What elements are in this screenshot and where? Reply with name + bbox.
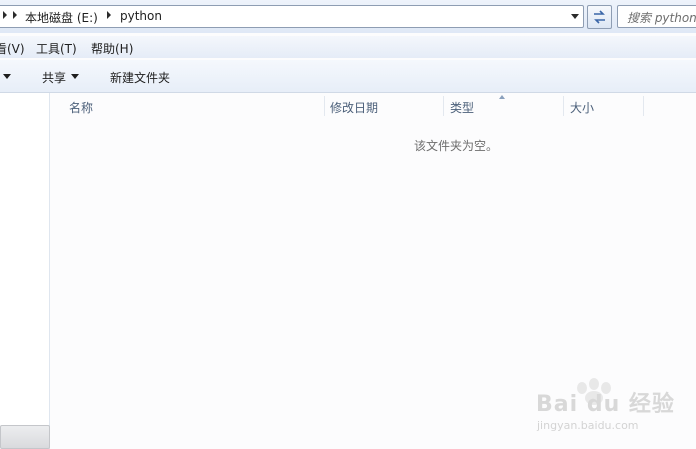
column-divider[interactable] bbox=[324, 96, 325, 116]
breadcrumb-local-disk[interactable]: 本地磁盘 (E:) bbox=[25, 9, 98, 26]
share-button[interactable]: 共享 bbox=[42, 69, 66, 86]
navigation-pane-scrollbar[interactable] bbox=[0, 425, 50, 449]
breadcrumb-separator-icon[interactable] bbox=[107, 11, 111, 19]
breadcrumb-separator-icon[interactable] bbox=[13, 11, 17, 19]
menu-bar: 看(V) 工具(T) 帮助(H) bbox=[0, 36, 696, 58]
column-divider[interactable] bbox=[563, 96, 564, 116]
menu-tools[interactable]: 工具(T) bbox=[36, 40, 77, 57]
menu-view[interactable]: 看(V) bbox=[0, 40, 25, 57]
empty-folder-message: 该文件夹为空。 bbox=[414, 139, 499, 153]
column-header-date-modified[interactable]: 修改日期 bbox=[330, 99, 378, 116]
column-header-type[interactable]: 类型 bbox=[450, 99, 474, 116]
address-history-dropdown-icon[interactable] bbox=[571, 14, 579, 19]
column-divider[interactable] bbox=[643, 96, 644, 116]
sort-ascending-icon bbox=[499, 95, 505, 99]
watermark-brand: Bai du 经验 bbox=[536, 392, 675, 417]
watermark-url: jingyan.baidu.com bbox=[537, 419, 639, 432]
search-placeholder: 搜索 python bbox=[627, 11, 696, 25]
column-divider[interactable] bbox=[443, 96, 444, 116]
search-input[interactable]: 搜索 python bbox=[617, 5, 696, 28]
address-bar[interactable]: 本地磁盘 (E:) python bbox=[0, 5, 584, 28]
column-header-name[interactable]: 名称 bbox=[69, 99, 93, 116]
refresh-button[interactable] bbox=[587, 5, 612, 29]
column-header-size[interactable]: 大小 bbox=[570, 99, 594, 116]
refresh-icon bbox=[594, 10, 605, 24]
organize-dropdown-icon[interactable] bbox=[3, 74, 11, 79]
command-bar: 共享 新建文件夹 bbox=[0, 60, 696, 93]
breadcrumb-python[interactable]: python bbox=[120, 9, 162, 23]
share-dropdown-icon[interactable] bbox=[71, 74, 79, 79]
new-folder-button[interactable]: 新建文件夹 bbox=[110, 69, 170, 86]
menu-help[interactable]: 帮助(H) bbox=[91, 40, 133, 57]
navigation-pane[interactable] bbox=[0, 93, 50, 449]
address-toolbar: 本地磁盘 (E:) python 搜索 python bbox=[0, 0, 696, 33]
breadcrumb-separator-icon[interactable] bbox=[3, 11, 7, 19]
